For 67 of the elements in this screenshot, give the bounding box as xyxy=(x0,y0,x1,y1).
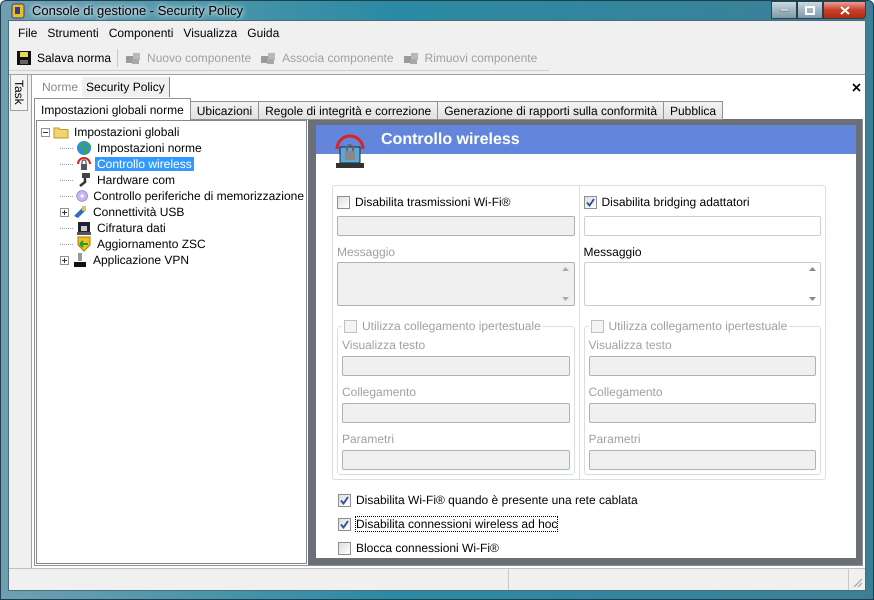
window-title: Console di gestione - Security Policy xyxy=(32,3,243,18)
up-arrow-icon[interactable] xyxy=(562,267,569,271)
expander-icon[interactable] xyxy=(60,208,69,216)
checkbox[interactable] xyxy=(584,196,596,208)
checkbox-label: Disabilita connessioni wireless ad hoc xyxy=(356,517,558,531)
tree-item[interactable]: Aggiornamento ZSC xyxy=(95,237,208,251)
field-label: Messaggio xyxy=(337,245,396,259)
document-tab[interactable]: Security Policy xyxy=(82,77,170,97)
section-tab[interactable]: Regole di integrità e correzione xyxy=(258,101,438,120)
plug-icon xyxy=(72,252,88,268)
tree-item[interactable]: Controllo periferiche di memorizzazione xyxy=(91,189,306,203)
tree-item[interactable]: Applicazione VPN xyxy=(91,253,192,267)
menu-item[interactable]: Visualizza xyxy=(178,26,242,40)
resize-grip-icon[interactable] xyxy=(851,576,863,588)
toolbar-button[interactable]: Salava norma xyxy=(12,46,116,68)
checkbox-label: Utilizza collegamento ipertestuale xyxy=(608,319,788,333)
section-tab[interactable]: Pubblica xyxy=(663,101,724,120)
checkbox[interactable] xyxy=(338,494,351,506)
checkbox-label: Disabilita Wi-Fi® quando è presente una rete cablata xyxy=(356,493,638,507)
up-arrow-icon[interactable] xyxy=(808,267,816,271)
minimize-icon xyxy=(780,8,788,12)
field-label: Parametri xyxy=(588,432,641,446)
field-label: Visualizza testo xyxy=(342,338,426,352)
down-arrow-icon[interactable] xyxy=(562,297,569,301)
expander-icon[interactable] xyxy=(41,128,50,136)
globe-icon xyxy=(76,140,92,156)
wireless-lock-icon xyxy=(76,156,92,172)
section-tab[interactable]: Impostazioni globali norme xyxy=(34,98,191,120)
side-tab[interactable]: Task xyxy=(10,75,28,111)
tree-item[interactable]: Hardware com xyxy=(95,173,178,187)
checkbox-label: Utilizza collegamento ipertestuale xyxy=(362,319,541,333)
tree-item[interactable]: Impostazioni norme xyxy=(95,141,204,155)
app-icon xyxy=(10,2,26,18)
field-label: Collegamento xyxy=(588,385,663,399)
field-label: Parametri xyxy=(342,432,394,446)
tree-item[interactable]: Impostazioni globali xyxy=(72,125,182,139)
checkbox[interactable] xyxy=(338,542,351,554)
menu-item[interactable]: Componenti xyxy=(104,26,178,40)
checkbox-label: Blocca connessioni Wi-Fi® xyxy=(356,541,499,555)
section-tab[interactable]: Ubicazioni xyxy=(190,101,260,120)
lock-screen-icon xyxy=(76,220,92,236)
message-field[interactable] xyxy=(584,262,821,306)
expander-icon[interactable] xyxy=(60,256,69,264)
usb-plug-icon xyxy=(72,204,88,220)
tree-item[interactable]: Connettività USB xyxy=(91,205,186,219)
field-label: Collegamento xyxy=(342,385,416,399)
menu-item[interactable]: File xyxy=(13,26,42,40)
close-icon xyxy=(840,6,850,14)
close-button[interactable] xyxy=(823,1,866,19)
section-tab[interactable]: Generazione di rapporti sulla conformità xyxy=(437,101,664,120)
maximize-button[interactable] xyxy=(797,1,823,19)
checkbox-label: Disabilita trasmissioni Wi-Fi® xyxy=(355,195,511,209)
save-icon xyxy=(16,50,32,66)
down-arrow-icon[interactable] xyxy=(808,297,816,301)
disc-icon xyxy=(76,188,88,204)
tree-item[interactable]: Cifratura dati xyxy=(95,221,168,235)
checkbox-label: Disabilita bridging adattatori xyxy=(602,195,750,209)
menu-item[interactable]: Guida xyxy=(242,26,284,40)
text-field[interactable] xyxy=(584,216,821,236)
minimize-button[interactable] xyxy=(771,1,797,19)
wireless-lock-icon xyxy=(334,133,366,169)
menu-item[interactable]: Strumenti xyxy=(42,26,104,40)
field-label: Messaggio xyxy=(584,245,642,259)
field-label: Visualizza testo xyxy=(588,338,672,352)
shield-arrow-icon xyxy=(76,236,92,252)
checkbox[interactable] xyxy=(338,518,351,530)
maximize-icon xyxy=(805,6,815,14)
